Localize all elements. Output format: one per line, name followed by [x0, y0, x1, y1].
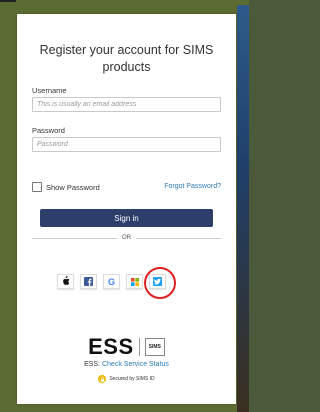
- or-text: OR: [122, 235, 131, 241]
- google-login-button[interactable]: G: [103, 274, 120, 289]
- password-label: Password: [32, 126, 65, 135]
- service-status-row: ESS: Check Service Status: [17, 361, 236, 368]
- secured-by-text: Secured by SIMS ID: [109, 376, 155, 382]
- microsoft-icon: [130, 273, 139, 291]
- top-edge-line: [0, 0, 16, 2]
- forgot-password-link[interactable]: Forgot Password?: [164, 183, 221, 190]
- facebook-login-button[interactable]: [80, 274, 97, 289]
- login-card: Register your account for SIMS products …: [17, 14, 236, 404]
- secured-by-row: Secured by SIMS ID: [17, 375, 236, 383]
- divider-line-left: [32, 237, 117, 239]
- lock-icon: [98, 375, 107, 383]
- sims-logo: SIMS: [144, 338, 165, 356]
- background-image-strip: [237, 5, 249, 412]
- show-password-row[interactable]: Show Password: [32, 182, 100, 192]
- apple-login-button[interactable]: [57, 274, 74, 289]
- logo-separator: [138, 338, 140, 356]
- username-label: Username: [32, 86, 67, 95]
- page-title: Register your account for SIMS products: [39, 43, 214, 74]
- microsoft-login-button[interactable]: [126, 274, 143, 289]
- password-input[interactable]: [32, 137, 221, 152]
- show-password-label: Show Password: [46, 182, 100, 192]
- twitter-login-button[interactable]: [149, 274, 166, 289]
- or-divider: OR: [32, 233, 221, 243]
- divider-line-right: [136, 237, 221, 239]
- twitter-icon: [153, 273, 162, 291]
- apple-icon: [61, 273, 70, 291]
- google-icon: G: [107, 276, 115, 287]
- facebook-icon: [84, 273, 93, 291]
- check-service-status-link[interactable]: Check Service Status: [102, 361, 169, 368]
- status-prefix: ESS:: [84, 361, 102, 368]
- social-login-buttons: G: [57, 274, 166, 289]
- username-input[interactable]: [32, 97, 221, 112]
- ess-logo: ESS: [88, 334, 134, 359]
- show-password-checkbox[interactable]: [32, 182, 42, 192]
- footer-logos: ESS SIMS: [17, 334, 236, 360]
- sign-in-button[interactable]: Sign in: [40, 209, 213, 227]
